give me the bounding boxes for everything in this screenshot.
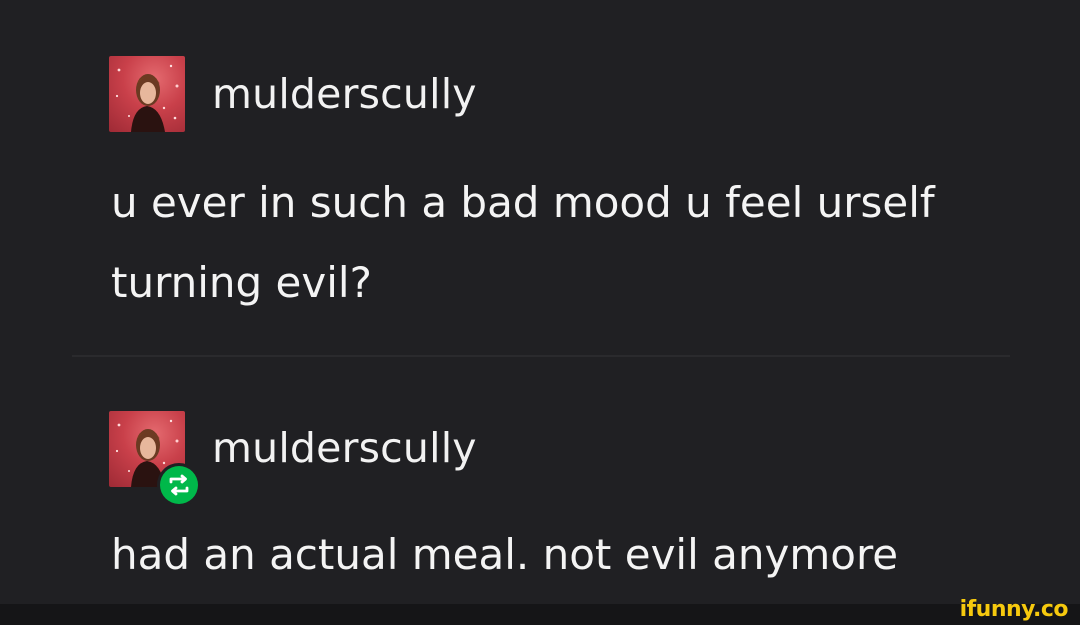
- bottom-bar: [0, 604, 1080, 625]
- watermark-logo: ifunny.co: [959, 597, 1069, 622]
- avatar-image: [115, 64, 179, 132]
- post-container: mulderscully u ever in such a bad mood u…: [0, 0, 1080, 625]
- divider: [72, 355, 1010, 357]
- reblog-badge: [157, 463, 201, 507]
- username[interactable]: mulderscully: [212, 70, 477, 118]
- reblog-icon: [160, 466, 198, 504]
- post-text-line: turning evil?: [111, 258, 372, 307]
- username[interactable]: mulderscully: [212, 424, 477, 472]
- post-text-line: u ever in such a bad mood u feel urself: [111, 178, 935, 227]
- avatar[interactable]: [109, 56, 185, 132]
- post-text-line: had an actual meal. not evil anymore: [111, 530, 899, 579]
